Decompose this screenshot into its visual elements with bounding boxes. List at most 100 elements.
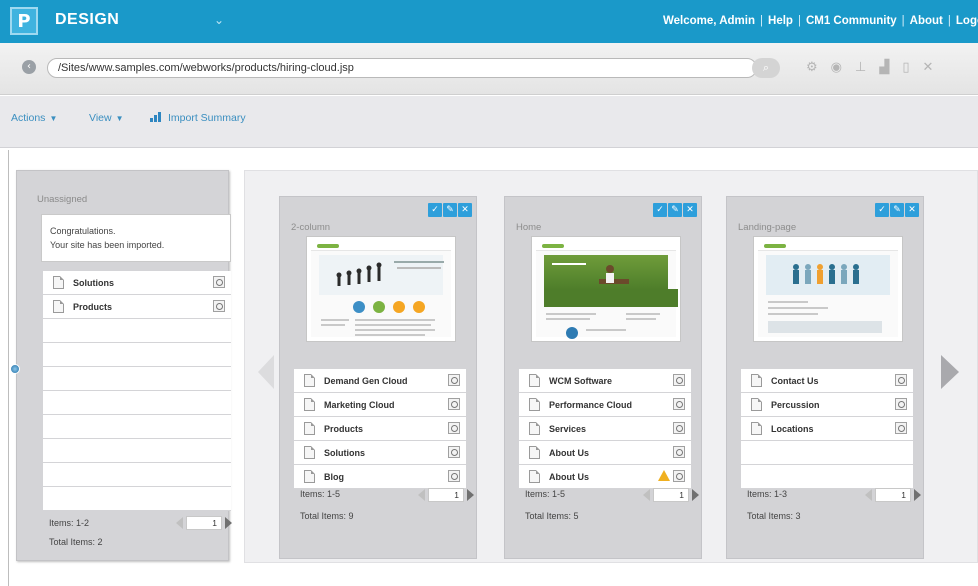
back-icon[interactable]: ‹ [22, 60, 36, 74]
list-item[interactable]: Products [294, 417, 466, 441]
page-label: Services [549, 424, 587, 434]
eye-icon[interactable]: ◉ [831, 60, 842, 75]
page-number-field[interactable]: 1 [875, 488, 911, 502]
preview-icon[interactable] [673, 422, 685, 434]
check-icon[interactable]: ✓ [428, 203, 442, 217]
import-summary-label: Import Summary [168, 112, 246, 124]
list-item[interactable]: Locations [741, 417, 913, 441]
next-page-icon[interactable] [467, 489, 474, 501]
about-link[interactable]: About [910, 15, 943, 27]
page-label: Percussion [771, 400, 820, 410]
prev-page-icon[interactable] [643, 489, 650, 501]
sitemap-icon[interactable]: ⊥ [855, 60, 866, 75]
actions-label: Actions [11, 112, 46, 124]
template-thumbnail[interactable] [531, 236, 681, 342]
template-title: Home [516, 222, 542, 233]
separator: | [760, 15, 764, 27]
edit-icon[interactable]: ✎ [668, 203, 682, 217]
preview-icon[interactable] [448, 398, 460, 410]
close-icon[interactable]: ✕ [683, 203, 697, 217]
page-number-field[interactable]: 1 [653, 488, 689, 502]
preview-icon[interactable] [673, 398, 685, 410]
template-thumbnail[interactable] [306, 236, 456, 342]
logout-link[interactable]: Logo [956, 15, 978, 27]
panel-toggle-icon[interactable] [10, 364, 20, 374]
check-icon[interactable]: ✓ [875, 203, 889, 217]
list-item[interactable]: About Us [519, 465, 691, 489]
view-menu[interactable]: View ▼ [89, 112, 124, 124]
community-link[interactable]: CM1 Community [806, 15, 897, 27]
preview-icon[interactable] [673, 470, 685, 482]
page-number-field[interactable]: 1 [186, 516, 222, 530]
list-item[interactable]: Contact Us [741, 369, 913, 393]
template-thumbnail[interactable] [753, 236, 903, 342]
list-item[interactable]: Products [43, 295, 231, 319]
warning-icon[interactable] [658, 470, 670, 481]
prev-page-icon[interactable] [865, 489, 872, 501]
items-range: Items: 1-5 [525, 489, 566, 499]
list-item[interactable]: Performance Cloud [519, 393, 691, 417]
preview-icon[interactable] [895, 422, 907, 434]
unassigned-panel: Unassigned Congratulations. Your site ha… [16, 170, 232, 561]
preview-icon[interactable] [673, 446, 685, 458]
next-page-icon[interactable] [914, 489, 921, 501]
actions-menu[interactable]: Actions ▼ [11, 112, 57, 124]
prev-page-icon[interactable] [418, 489, 425, 501]
edit-icon[interactable]: ✎ [443, 203, 457, 217]
list-item[interactable]: Marketing Cloud [294, 393, 466, 417]
total-items: Total Items: 9 [300, 511, 354, 521]
prev-page-icon[interactable] [176, 517, 183, 529]
close-icon[interactable]: ✕ [922, 60, 933, 75]
preview-icon[interactable] [895, 374, 907, 386]
preview-icon[interactable] [895, 398, 907, 410]
next-page-icon[interactable] [692, 489, 699, 501]
help-link[interactable]: Help [768, 15, 793, 27]
check-icon[interactable]: ✓ [653, 203, 667, 217]
app-title[interactable]: DESIGN [55, 11, 119, 29]
list-item[interactable]: Demand Gen Cloud [294, 369, 466, 393]
separator: | [797, 15, 801, 27]
empty-slot [43, 415, 231, 439]
page-number-field[interactable]: 1 [428, 488, 464, 502]
scroll-left-arrow[interactable] [258, 355, 274, 389]
template-page-list: WCM Software Performance Cloud Services … [519, 369, 691, 489]
page-icon[interactable]: ▯ [902, 60, 909, 75]
column-actions: ✓ ✎ ✕ [653, 203, 697, 217]
empty-slot [43, 319, 231, 343]
unassigned-page-list: Solutions Products [43, 271, 231, 511]
url-input[interactable] [47, 58, 757, 78]
preview-icon[interactable] [448, 446, 460, 458]
page-icon [529, 422, 540, 435]
preview-icon[interactable] [213, 300, 225, 312]
list-item[interactable]: Services [519, 417, 691, 441]
list-item[interactable]: Solutions [294, 441, 466, 465]
import-summary-button[interactable]: Import Summary [150, 112, 246, 124]
list-item[interactable]: Percussion [741, 393, 913, 417]
chart-icon[interactable]: ▟ [879, 60, 889, 75]
list-item[interactable]: WCM Software [519, 369, 691, 393]
list-item[interactable]: Blog [294, 465, 466, 489]
list-item[interactable]: Solutions [43, 271, 231, 295]
close-icon[interactable]: ✕ [458, 203, 472, 217]
preview-icon[interactable] [448, 422, 460, 434]
search-icon[interactable]: ⌕ [752, 58, 780, 78]
empty-slot [741, 465, 913, 489]
app-logo[interactable]: P [10, 7, 38, 35]
edit-icon[interactable]: ✎ [890, 203, 904, 217]
import-message: Congratulations. Your site has been impo… [41, 214, 231, 262]
separator: | [901, 15, 905, 27]
preview-icon[interactable] [448, 374, 460, 386]
chevron-down-icon[interactable]: ⌄ [214, 13, 224, 27]
empty-slot [43, 487, 231, 511]
scroll-right-arrow[interactable] [941, 355, 959, 389]
gear-icon[interactable]: ⚙ [806, 60, 818, 75]
close-icon[interactable]: ✕ [905, 203, 919, 217]
preview-icon[interactable] [673, 374, 685, 386]
preview-icon[interactable] [213, 276, 225, 288]
preview-icon[interactable] [448, 470, 460, 482]
divider [8, 150, 9, 586]
column-actions: ✓ ✎ ✕ [875, 203, 919, 217]
next-page-icon[interactable] [225, 517, 232, 529]
list-item[interactable]: About Us [519, 441, 691, 465]
empty-slot [43, 463, 231, 487]
